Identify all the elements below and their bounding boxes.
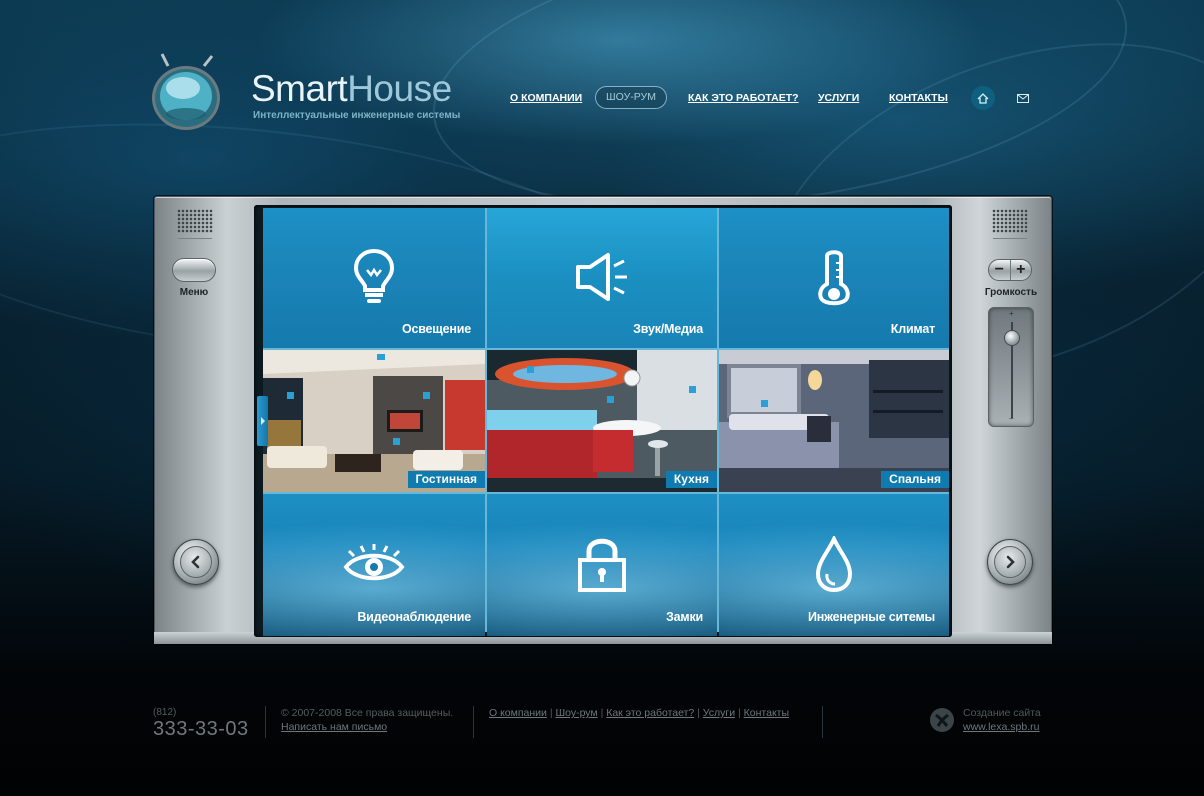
water-drop-icon [814,534,854,597]
volume-down-button[interactable]: − [989,260,1010,280]
footer-link-separator: | [694,707,703,719]
tile-climate-label: Климат [890,322,935,336]
chevron-right-icon [260,417,265,425]
logo-icon[interactable] [150,52,222,132]
tile-kitchen-label: Кухня [665,471,717,488]
footer-link-separator: | [735,707,744,719]
tile-living-room-label: Гостинная [407,471,485,488]
speaker-grille-right [992,209,1028,233]
speaker-icon [574,250,630,309]
nav-contacts[interactable]: КОНТАКТЫ [889,92,948,104]
menu-label: Меню [179,287,209,298]
footer-copyright: © 2007-2008 Все права защищены. [281,707,454,719]
footer-made-by-label: Создание сайта [963,707,1041,719]
divider [993,238,1027,239]
footer-divider [473,706,474,738]
tile-locks-label: Замки [666,610,703,624]
tile-engineering-systems-label: Инженерные ситемы [807,610,935,624]
footer-phone: 333-33-03 [153,718,249,740]
volume-slider-thumb[interactable] [1004,330,1020,346]
next-button[interactable] [987,539,1033,585]
footer-divider [265,706,266,738]
menu-button[interactable] [172,258,216,282]
tile-bedroom-label: Спальня [881,471,949,488]
divider [178,238,212,239]
nav-how-it-works[interactable]: КАК ЭТО РАБОТАЕТ? [688,92,799,104]
volume-up-button[interactable]: + [1009,260,1032,280]
thermometer-icon [816,248,852,311]
nav-services[interactable]: УСЛУГИ [818,92,859,104]
volume-buttons: − + [988,259,1032,281]
footer-link-services[interactable]: Услуги [703,707,735,719]
prev-button[interactable] [173,539,219,585]
tile-video-surveillance-label: Видеонаблюдение [357,610,471,624]
speaker-grille-left [177,209,213,233]
footer-link-showroom[interactable]: Шоу-рум [555,707,597,719]
logo-title-smart: Smart [251,68,348,109]
footer-link-how-it-works[interactable]: Как это работает? [606,707,694,719]
volume-max-mark: + [1009,309,1014,318]
logo-title-house: House [347,68,452,109]
chevron-right-icon [994,546,1026,578]
screen-side-tab[interactable] [257,396,268,446]
chevron-left-icon [180,546,212,578]
footer-link-about[interactable]: О компании [489,707,547,719]
footer-write-us-link[interactable]: Написать нам письмо [281,721,387,733]
lock-icon [576,536,628,597]
footer-nav: О компании | Шоу-рум | Как это работает?… [489,707,789,719]
nav-showroom[interactable]: ШОУ-РУМ [595,86,667,109]
logo-title[interactable]: SmartHouse [251,68,452,110]
tile-bedroom[interactable]: Спальня [719,350,949,492]
tile-sound-media-label: Звук/Медиа [633,322,703,336]
nav-about[interactable]: О КОМПАНИИ [510,92,582,104]
volume-slider[interactable]: + − [988,307,1034,427]
tile-locks[interactable]: Замки [487,494,717,636]
room-tiles-grid: Освещение Звук/Медиа Климат Гостинная Ку… [263,208,949,636]
tile-engineering-systems[interactable]: Инженерные ситемы [719,494,949,636]
home-icon[interactable] [971,86,995,110]
tile-lighting[interactable]: Освещение [263,208,485,348]
footer-made-by-link[interactable]: www.lexa.spb.ru [963,721,1039,733]
eye-icon [343,542,405,591]
volume-label: Громкость [984,287,1038,298]
tile-video-surveillance[interactable]: Видеонаблюдение [263,494,485,636]
tile-lighting-label: Освещение [401,322,471,336]
tile-climate[interactable]: Климат [719,208,949,348]
footer-phone-code: (812) [153,707,177,718]
tile-kitchen[interactable]: Кухня [487,350,717,492]
footer-link-contacts[interactable]: Контакты [744,707,789,719]
developer-logo-icon [929,707,955,733]
mail-icon[interactable] [1011,86,1035,110]
footer-link-separator: | [597,707,607,719]
tile-sound-media[interactable]: Звук/Медиа [487,208,717,348]
volume-min-mark: − [1009,414,1014,423]
footer-divider [822,706,823,738]
tile-living-room[interactable]: Гостинная [263,350,485,492]
light-bulb-icon [351,248,397,311]
logo-tagline: Интеллектуальные инженерные системы [253,110,461,121]
